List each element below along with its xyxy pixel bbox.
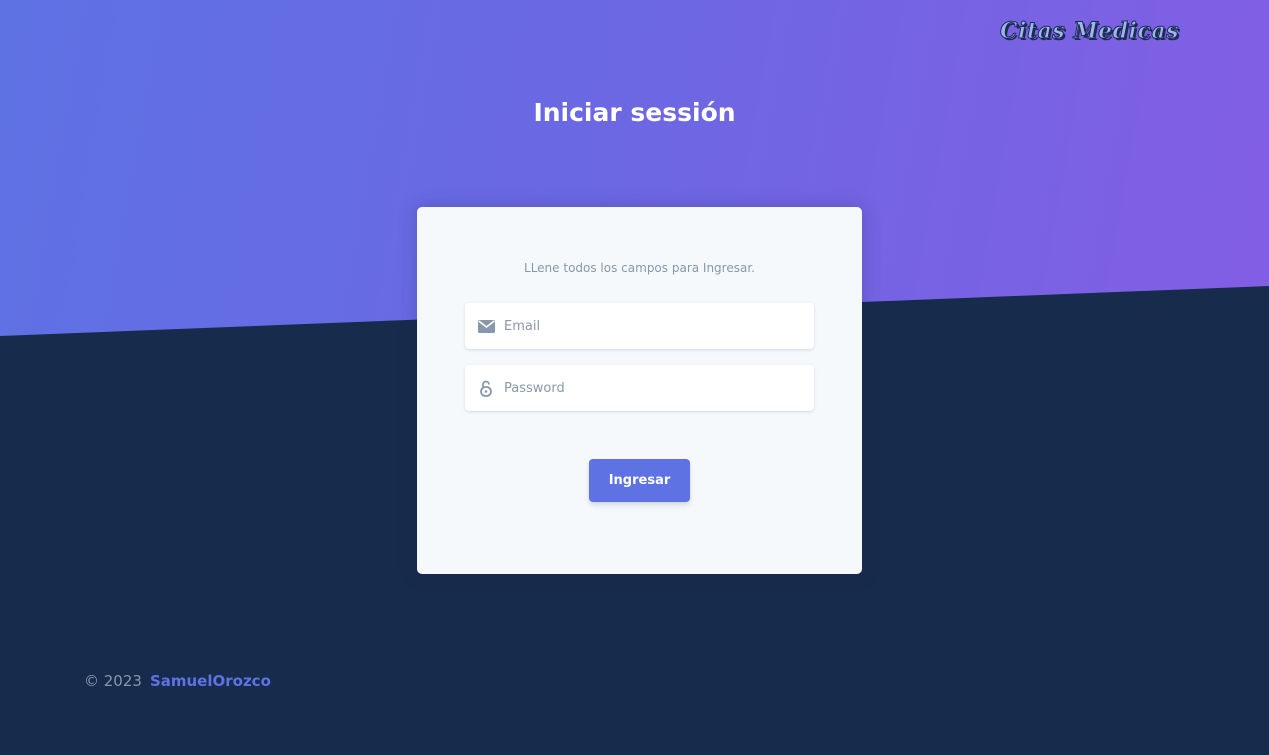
footer: © 2023 SamuelOrozco [84, 672, 271, 690]
envelope-icon [476, 317, 496, 335]
login-instructions: LLene todos los campos para Ingresar. [524, 261, 755, 275]
lock-icon [476, 379, 496, 397]
email-input[interactable] [496, 303, 814, 349]
login-card: LLene todos los campos para Ingresar. In… [417, 207, 862, 574]
brand-logo-text: Citas Medicas [1000, 18, 1179, 45]
login-submit-button[interactable]: Ingresar [589, 459, 690, 502]
password-input[interactable] [496, 365, 814, 411]
page-title: Iniciar sessión [533, 98, 736, 127]
footer-author-link[interactable]: SamuelOrozco [150, 672, 271, 690]
footer-copyright: © 2023 [84, 672, 142, 690]
email-field[interactable] [465, 303, 814, 349]
password-field[interactable] [465, 365, 814, 411]
